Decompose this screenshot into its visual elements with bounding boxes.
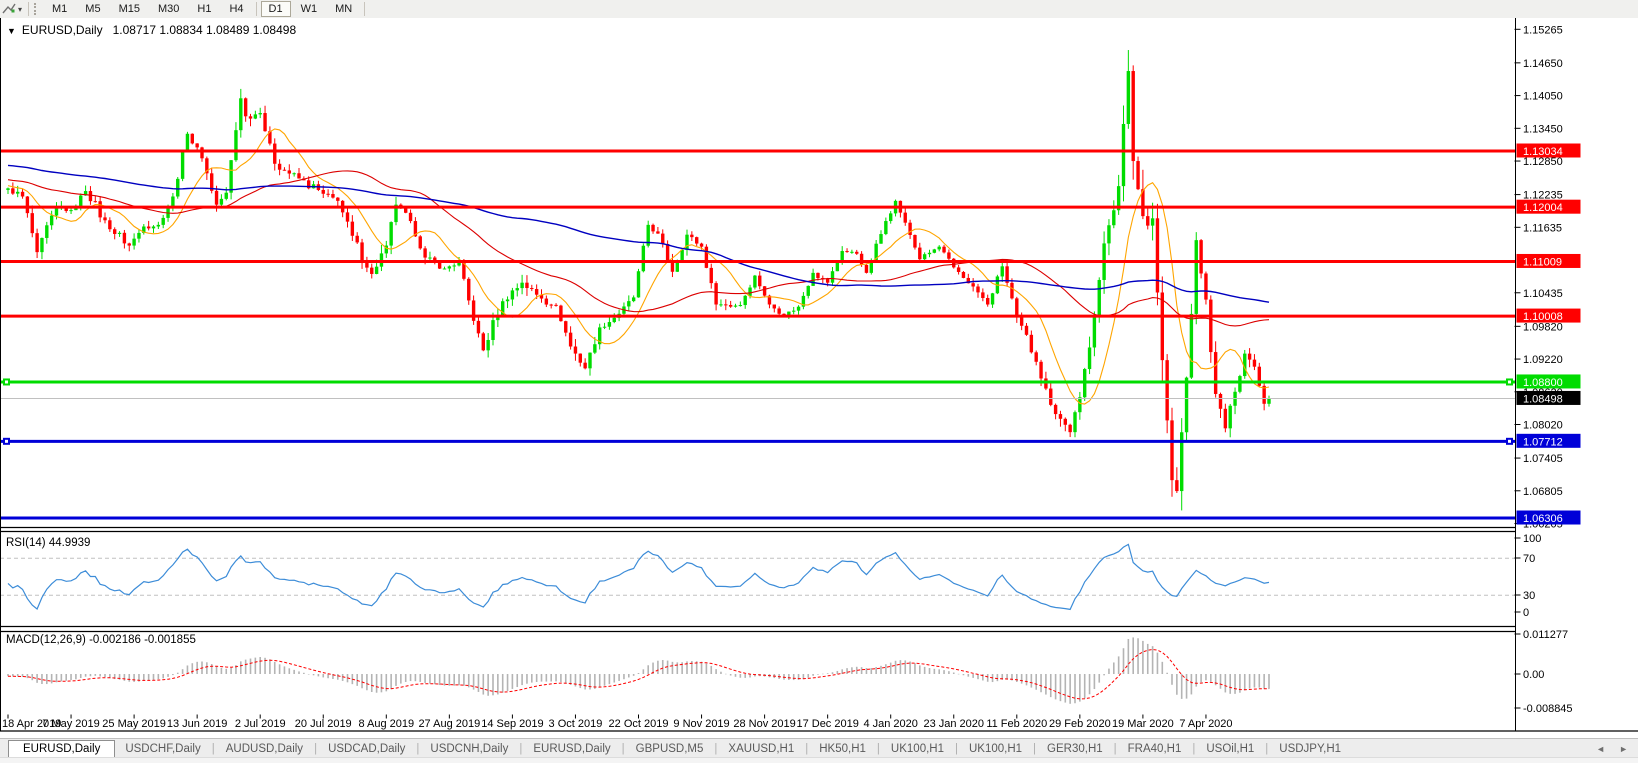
svg-text:-0.008845: -0.008845 [1523,703,1573,715]
svg-text:17 Dec 2019: 17 Dec 2019 [796,718,858,730]
svg-text:0: 0 [1523,607,1529,619]
trading-platform-window: ▾ M1 M5 M15 M30 H1 H4 D1 W1 MN 1.15265 1.14650 1.1… [0,0,1638,763]
svg-text:1.08498: 1.08498 [1523,393,1563,405]
svg-text:1.14050: 1.14050 [1523,91,1563,103]
svg-text:1.13450: 1.13450 [1523,123,1563,135]
timeframe-button-H4[interactable]: H4 [221,1,251,17]
chart-tab-AUDUSD-Daily[interactable]: AUDUSD,Daily [216,741,313,758]
svg-text:1.08800: 1.08800 [1523,377,1563,389]
svg-text:1.10435: 1.10435 [1523,288,1563,300]
svg-text:1.06306: 1.06306 [1523,513,1563,525]
timeframe-button-M15[interactable]: M15 [111,1,148,17]
svg-text:30: 30 [1523,590,1535,602]
chart-tab-FRA40-H1[interactable]: FRA40,H1 [1118,741,1192,758]
svg-text:1.11635: 1.11635 [1523,222,1562,234]
svg-text:1.06805: 1.06805 [1523,486,1563,498]
svg-text:1.09820: 1.09820 [1523,321,1563,333]
rsi-indicator-label: RSI(14) 44.9939 [6,537,91,549]
toolbar-separator [255,2,257,16]
svg-text:20 Jul 2019: 20 Jul 2019 [295,718,352,730]
svg-text:2 Jul 2019: 2 Jul 2019 [235,718,286,730]
svg-text:11 Feb 2020: 11 Feb 2020 [986,718,1047,730]
chart-symbol-label: EURUSD,Daily [21,23,103,37]
chart-tab-XAUUSD-H1[interactable]: XAUUSD,H1 [718,741,804,758]
svg-text:1.09220: 1.09220 [1523,354,1563,366]
chart-title: ▼ EURUSD,Daily 1.08717 1.08834 1.08489 1.0… [7,23,296,37]
timeframe-button-M1[interactable]: M1 [44,1,75,17]
svg-text:1.07712: 1.07712 [1523,436,1563,448]
toolbar-separator [28,2,30,16]
chart-tab-UK100-H1[interactable]: UK100,H1 [881,741,954,758]
svg-text:3 Oct 2019: 3 Oct 2019 [549,718,603,730]
svg-text:1.11009: 1.11009 [1523,256,1562,268]
chart-tab-USDCAD-Daily[interactable]: USDCAD,Daily [318,741,415,758]
tab-scroll-arrows: ◄ ► [1596,744,1628,758]
svg-text:13 Jun 2019: 13 Jun 2019 [167,718,228,730]
timeframe-button-D1[interactable]: D1 [260,1,291,17]
svg-text:1.14650: 1.14650 [1523,58,1563,70]
svg-text:1.10008: 1.10008 [1523,311,1563,323]
svg-text:1.07405: 1.07405 [1523,453,1563,465]
timeframe-button-M5[interactable]: M5 [77,1,108,17]
svg-text:0.011277: 0.011277 [1523,629,1568,641]
svg-text:19 Mar 2020: 19 Mar 2020 [1112,718,1174,730]
price-chart-canvas[interactable]: 1.152651.146501.140501.134501.128501.122… [0,18,1638,755]
chart-tab-UK100-H1[interactable]: UK100,H1 [959,741,1032,758]
svg-text:1.12004: 1.12004 [1523,202,1563,214]
svg-text:100: 100 [1523,533,1541,545]
toolbar-grip-handle[interactable] [34,3,39,15]
svg-text:70: 70 [1523,553,1535,565]
timeframe-button-M30[interactable]: M30 [150,1,187,17]
chart-tool-icon[interactable] [1,2,17,16]
status-strip [0,757,1638,763]
chart-tab-bar: EURUSD,Daily USDCHF,Daily | AUDUSD,Daily | US… [0,738,1638,759]
svg-text:9 Nov 2019: 9 Nov 2019 [673,718,729,730]
svg-text:1.15265: 1.15265 [1523,24,1563,36]
svg-text:1.08020: 1.08020 [1523,420,1563,432]
svg-text:7 Apr 2020: 7 Apr 2020 [1179,718,1232,730]
timeframe-toolbar: ▾ M1 M5 M15 M30 H1 H4 D1 W1 MN [0,0,1638,19]
chart-tab-USDCNH-Daily[interactable]: USDCNH,Daily [420,741,518,758]
chart-tab-GBPUSD-M5[interactable]: GBPUSD,M5 [626,741,714,758]
chart-tab-USOil-H1[interactable]: USOil,H1 [1196,741,1264,758]
tab-scroll-left-icon[interactable]: ◄ [1596,744,1605,754]
chart-tab-GER30-H1[interactable]: GER30,H1 [1037,741,1113,758]
chart-tab-USDJPY-H1[interactable]: USDJPY,H1 [1269,741,1351,758]
svg-text:0.00: 0.00 [1523,669,1544,681]
svg-text:25 May 2019: 25 May 2019 [102,718,166,730]
timeframe-button-W1[interactable]: W1 [293,1,326,17]
svg-text:4 Jan 2020: 4 Jan 2020 [863,718,917,730]
timeframe-button-H1[interactable]: H1 [189,1,219,17]
svg-text:23 Jan 2020: 23 Jan 2020 [923,718,984,730]
svg-text:29 Feb 2020: 29 Feb 2020 [1049,718,1111,730]
chart-menu-dropdown-icon[interactable]: ▼ [7,26,16,36]
svg-text:14 Sep 2019: 14 Sep 2019 [481,718,543,730]
toolbar-separator [364,2,366,16]
svg-text:8 Aug 2019: 8 Aug 2019 [358,718,414,730]
toolbar-dropdown-icon[interactable]: ▾ [18,5,22,14]
timeframe-button-MN[interactable]: MN [327,1,360,17]
svg-text:7 May 2019: 7 May 2019 [42,718,99,730]
chart-tab-HK50-H1[interactable]: HK50,H1 [809,741,876,758]
chart-tab-USDCHF-Daily[interactable]: USDCHF,Daily [115,741,210,758]
chart-ohlc-values: 1.08717 1.08834 1.08489 1.08498 [112,23,297,37]
tab-scroll-right-icon[interactable]: ► [1619,744,1628,754]
macd-indicator-label: MACD(12,26,9) -0.002186 -0.001855 [6,634,196,646]
chart-tab-EURUSD-Daily[interactable]: EURUSD,Daily [523,741,620,758]
svg-text:28 Nov 2019: 28 Nov 2019 [733,718,795,730]
svg-text:27 Aug 2019: 27 Aug 2019 [418,718,480,730]
svg-text:22 Oct 2019: 22 Oct 2019 [609,718,669,730]
svg-text:1.13034: 1.13034 [1523,146,1563,158]
